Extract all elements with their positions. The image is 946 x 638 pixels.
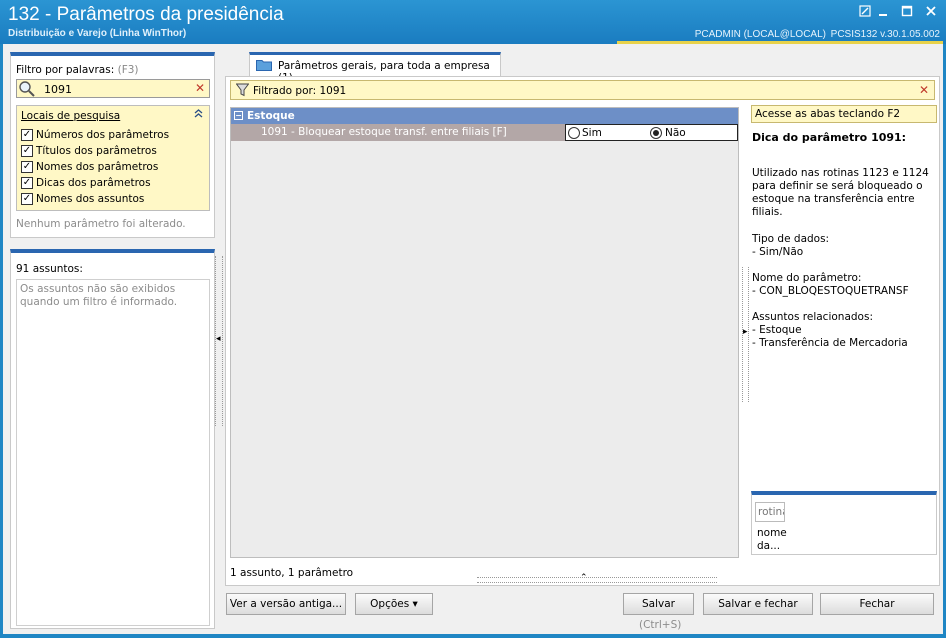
filter-input-value: 1091 bbox=[44, 83, 72, 96]
folder-icon bbox=[256, 59, 272, 71]
parameters-grid: − Estoque 1091 - Bloquear estoque transf… bbox=[230, 107, 739, 558]
filter-shortcut-hint: (F3) bbox=[117, 64, 139, 76]
checkbox-assuntos[interactable]: ✓ bbox=[21, 193, 33, 205]
chevron-right-icon[interactable]: ▸ bbox=[743, 327, 748, 337]
subjects-panel: 91 assuntos: Os assuntos não são exibido… bbox=[10, 249, 215, 629]
info-splitter[interactable]: ▸ bbox=[742, 267, 749, 402]
options-button[interactable]: Opções ▾ bbox=[355, 593, 433, 615]
tip-title: Dica do parâmetro 1091: bbox=[752, 131, 907, 144]
option-numeros[interactable]: ✓ Números dos parâmetros bbox=[21, 128, 169, 142]
param-options: Sim Não bbox=[565, 124, 738, 141]
search-locations-title[interactable]: Locais de pesquisa bbox=[21, 110, 120, 122]
change-status: Nenhum parâmetro foi alterado. bbox=[16, 218, 186, 230]
client-area: Filtro por palavras: (F3) 1091 ✕ Locais … bbox=[3, 44, 943, 634]
group-title: Estoque bbox=[247, 110, 295, 122]
radio-nao[interactable] bbox=[650, 127, 662, 139]
info-panel: Acesse as abas teclando F2 Dica do parâm… bbox=[751, 105, 937, 585]
maximize-icon[interactable] bbox=[900, 5, 914, 19]
collapse-group-icon[interactable]: − bbox=[234, 111, 243, 120]
checkbox-numeros[interactable]: ✓ bbox=[21, 129, 33, 141]
close-button[interactable]: Fechar bbox=[820, 593, 934, 615]
minimize-icon[interactable] bbox=[876, 5, 890, 19]
option-label: Números dos parâmetros bbox=[36, 129, 170, 141]
radio-nao-label[interactable]: Não bbox=[665, 127, 686, 139]
checkbox-nomes[interactable]: ✓ bbox=[21, 161, 33, 173]
subjects-list[interactable]: Os assuntos não são exibidos quando um f… bbox=[16, 279, 210, 626]
filter-label: Filtro por palavras: (F3) bbox=[16, 64, 139, 76]
filtered-bar: Filtrado por: 1091 ✕ bbox=[230, 80, 935, 100]
collapse-icon[interactable] bbox=[194, 108, 203, 121]
filter-input[interactable]: 1091 ✕ bbox=[16, 79, 210, 98]
grid-status: 1 assunto, 1 parâmetro bbox=[230, 567, 354, 579]
clear-filter-icon[interactable]: ✕ bbox=[195, 81, 205, 95]
option-label: Nomes dos assuntos bbox=[36, 193, 145, 205]
option-titulos[interactable]: ✓ Títulos dos parâmetros bbox=[21, 144, 157, 158]
option-label: Nomes dos parâmetros bbox=[36, 161, 159, 173]
radio-sim-label[interactable]: Sim bbox=[582, 127, 602, 139]
checkbox-dicas[interactable]: ✓ bbox=[21, 177, 33, 189]
main-frame: Filtrado por: 1091 ✕ − Estoque 1091 - Bl… bbox=[225, 76, 940, 586]
tip-description: Utilizado nas rotinas 1123 e 1124 para d… bbox=[752, 167, 929, 218]
search-icon bbox=[18, 80, 36, 98]
filter-panel: Filtro por palavras: (F3) 1091 ✕ Locais … bbox=[10, 52, 215, 238]
filtered-label: Filtrado por: 1091 bbox=[253, 85, 347, 97]
routine-search-box: rotina nome da... bbox=[751, 491, 937, 555]
radio-sim[interactable] bbox=[568, 127, 580, 139]
chevron-up-icon[interactable]: ⌃ bbox=[580, 573, 588, 583]
close-icon[interactable] bbox=[924, 5, 938, 19]
group-header-estoque[interactable]: − Estoque bbox=[231, 108, 738, 124]
search-locations: Locais de pesquisa ✓ Números dos parâmet… bbox=[16, 105, 210, 211]
version-info: PCSIS132 v.30.1.05.002 bbox=[830, 29, 940, 40]
routine-search-text: nome da... bbox=[757, 527, 787, 552]
title-bar: 132 - Parâmetros da presidência Distribu… bbox=[0, 0, 946, 44]
option-assuntos[interactable]: ✓ Nomes dos assuntos bbox=[21, 192, 144, 206]
filter-label-text: Filtro por palavras: bbox=[16, 64, 115, 76]
window-subtitle: Distribuição e Varejo (Linha WinThor) bbox=[8, 28, 187, 39]
window-title: 132 - Parâmetros da presidência bbox=[8, 4, 284, 25]
old-version-button[interactable]: Ver a versão antiga... bbox=[226, 593, 346, 615]
edit-icon[interactable] bbox=[858, 5, 872, 19]
routine-search-input[interactable]: rotina bbox=[755, 502, 785, 522]
tabs-shortcut-hint: Acesse as abas teclando F2 bbox=[751, 105, 937, 123]
option-nomes[interactable]: ✓ Nomes dos parâmetros bbox=[21, 160, 158, 174]
tab-parametros-gerais[interactable]: Parâmetros gerais, para toda a empresa (… bbox=[249, 52, 501, 84]
param-name[interactable]: 1091 - Bloquear estoque transf. entre fi… bbox=[231, 124, 565, 141]
checkbox-titulos[interactable]: ✓ bbox=[21, 145, 33, 157]
bottom-splitter[interactable]: ⌃ bbox=[477, 573, 717, 583]
option-label: Dicas dos parâmetros bbox=[36, 177, 151, 189]
filter-funnel-icon bbox=[235, 83, 250, 97]
clear-filtered-icon[interactable]: ✕ bbox=[919, 83, 929, 97]
left-splitter[interactable]: ◂ bbox=[215, 256, 223, 426]
table-row[interactable]: 1091 - Bloquear estoque transf. entre fi… bbox=[231, 124, 738, 141]
subjects-count: 91 assuntos: bbox=[16, 263, 83, 275]
user-info: PCADMIN (LOCAL@LOCAL) bbox=[694, 29, 826, 40]
option-dicas[interactable]: ✓ Dicas dos parâmetros bbox=[21, 176, 151, 190]
save-shortcut-hint: (Ctrl+S) bbox=[639, 619, 682, 631]
option-label: Títulos dos parâmetros bbox=[36, 145, 157, 157]
save-button[interactable]: Salvar bbox=[623, 593, 694, 615]
tip-related-subjects: Assuntos relacionados: - Estoque - Trans… bbox=[752, 311, 908, 349]
tip-data-type: Tipo de dados: - Sim/Não bbox=[752, 233, 830, 258]
tip-param-name: Nome do parâmetro: - CON_BLOQESTOQUETRAN… bbox=[752, 272, 909, 297]
chevron-left-icon[interactable]: ◂ bbox=[216, 334, 221, 344]
save-close-button[interactable]: Salvar e fechar bbox=[703, 593, 813, 615]
